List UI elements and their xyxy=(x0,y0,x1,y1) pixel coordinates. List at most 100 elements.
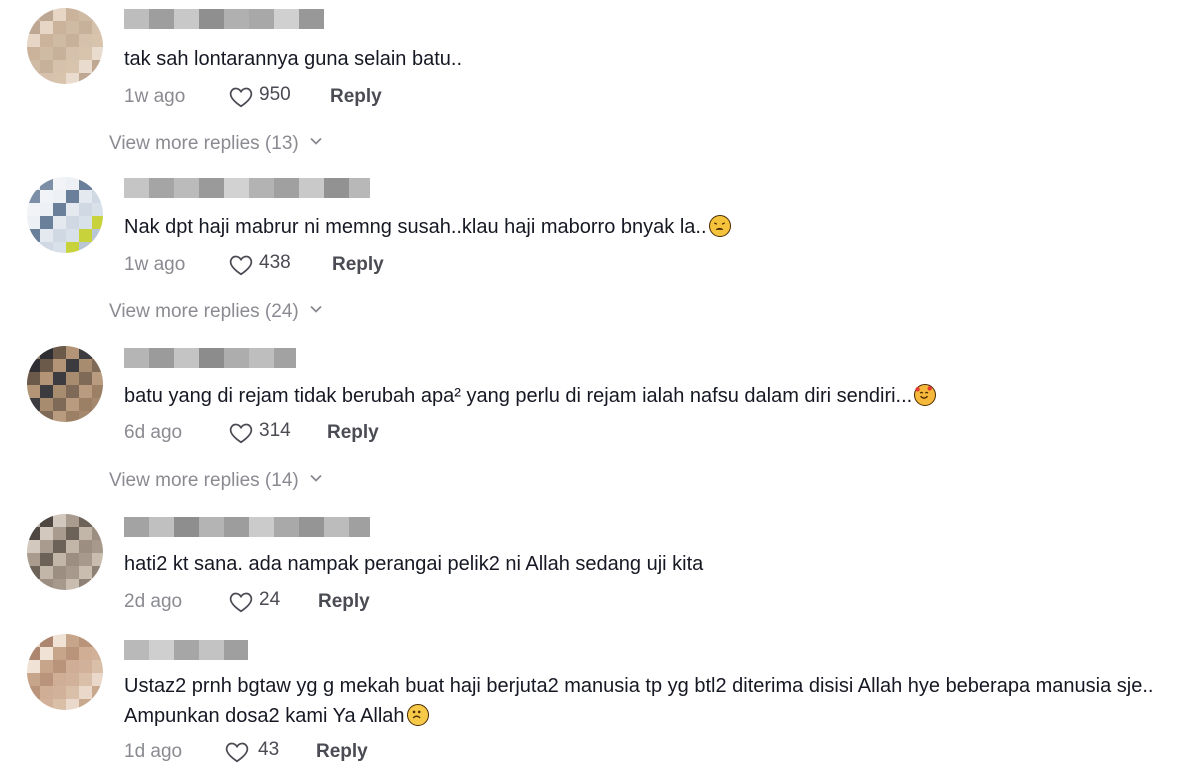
avatar-pixel xyxy=(92,647,103,660)
avatar-pixel xyxy=(79,216,92,229)
view-more-replies-button[interactable]: View more replies (13) xyxy=(109,132,323,155)
avatar-pixel xyxy=(53,660,66,673)
avatar-pixel xyxy=(40,190,53,203)
timestamp: 2d ago xyxy=(124,591,183,612)
avatar-pixel xyxy=(40,699,53,710)
avatar-pixel xyxy=(79,647,92,660)
avatar-pixel xyxy=(92,177,103,190)
comment-text: Ustaz2 prnh bgtaw yg g mekah buat haji b… xyxy=(124,675,1154,727)
avatar-pixel xyxy=(53,647,66,660)
avatar[interactable] xyxy=(27,514,103,590)
avatar-pixel xyxy=(92,686,103,699)
avatar-pixel xyxy=(53,385,66,398)
avatar-pixel xyxy=(66,60,79,73)
avatar-pixel xyxy=(40,8,53,21)
reply-button[interactable]: Reply xyxy=(327,422,379,444)
avatar-pixel xyxy=(79,411,92,422)
avatar-pixel xyxy=(79,8,92,21)
avatar[interactable] xyxy=(27,346,103,422)
avatar-pixel xyxy=(92,673,103,686)
avatar-pixel xyxy=(92,34,103,47)
username-blur-block xyxy=(299,9,324,29)
username-blur-block xyxy=(349,178,370,198)
username-blur-block xyxy=(224,640,248,660)
avatar-pixel xyxy=(53,34,66,47)
avatar-pixel xyxy=(79,21,92,34)
timestamp: 1d ago xyxy=(124,741,183,762)
avatar-pixel xyxy=(53,686,66,699)
username-blur-block xyxy=(124,517,149,537)
avatar-pixel xyxy=(66,566,79,579)
avatar-pixel xyxy=(92,514,103,527)
username[interactable] xyxy=(124,517,370,537)
heart-outline-icon[interactable] xyxy=(228,84,254,110)
avatar-pixel xyxy=(27,579,40,590)
avatar-pixel xyxy=(66,177,79,190)
avatar-pixel xyxy=(79,579,92,590)
avatar-pixel xyxy=(27,372,40,385)
avatar-pixel xyxy=(53,514,66,527)
heart-outline-icon[interactable] xyxy=(228,589,254,615)
avatar-pixel xyxy=(79,660,92,673)
avatar-pixel xyxy=(92,579,103,590)
avatar-pixel xyxy=(27,553,40,566)
heart-outline-icon[interactable] xyxy=(228,252,254,278)
view-more-replies-button[interactable]: View more replies (14) xyxy=(109,469,323,492)
reply-button[interactable]: Reply xyxy=(330,86,382,108)
avatar-pixel xyxy=(79,34,92,47)
avatar-pixel xyxy=(27,229,40,242)
avatar-pixel xyxy=(66,660,79,673)
view-more-replies-button[interactable]: View more replies (24) xyxy=(109,300,323,323)
reply-button[interactable]: Reply xyxy=(332,254,384,276)
avatar-pixel xyxy=(40,34,53,47)
username-blur-block xyxy=(224,9,249,29)
avatar-pixel xyxy=(40,203,53,216)
avatar-pixel xyxy=(27,634,40,647)
avatar-pixel xyxy=(53,699,66,710)
username-blur-block xyxy=(349,517,370,537)
username-blur-block xyxy=(174,178,199,198)
username-blur-block xyxy=(299,517,324,537)
avatar-pixel xyxy=(53,21,66,34)
avatar-pixel xyxy=(53,398,66,411)
comment-meta: 2d ago 24 Reply xyxy=(124,589,524,615)
username-blur-block xyxy=(274,9,299,29)
avatar-pixel xyxy=(66,346,79,359)
avatar-pixel xyxy=(27,398,40,411)
avatar-pixel xyxy=(53,566,66,579)
username-blur-block xyxy=(199,640,224,660)
avatar-pixel xyxy=(27,190,40,203)
avatar-pixel xyxy=(27,647,40,660)
username[interactable] xyxy=(124,178,370,198)
avatar-pixel xyxy=(79,190,92,203)
avatar-pixel xyxy=(40,540,53,553)
avatar-pixel xyxy=(40,398,53,411)
like-count: 314 xyxy=(259,420,291,441)
avatar-pixel xyxy=(92,203,103,216)
comment-meta: 1d ago 43 Reply xyxy=(124,739,524,765)
avatar-pixel xyxy=(53,47,66,60)
avatar-pixel xyxy=(40,47,53,60)
username-blur-block xyxy=(124,348,149,368)
username[interactable] xyxy=(124,9,324,29)
heart-outline-icon[interactable] xyxy=(224,739,250,765)
avatar-pixel xyxy=(53,372,66,385)
avatar[interactable] xyxy=(27,177,103,253)
username[interactable] xyxy=(124,640,248,660)
avatar-pixel xyxy=(66,8,79,21)
avatar-pixel xyxy=(92,242,103,253)
username-blur-block xyxy=(224,348,249,368)
avatar-pixel xyxy=(40,73,53,84)
reply-button[interactable]: Reply xyxy=(318,591,370,613)
username[interactable] xyxy=(124,348,296,368)
reply-button[interactable]: Reply xyxy=(316,741,368,763)
avatar[interactable] xyxy=(27,634,103,710)
username-blur-block xyxy=(149,9,174,29)
avatar[interactable] xyxy=(27,8,103,84)
heart-outline-icon[interactable] xyxy=(228,420,254,446)
username-blur-block xyxy=(249,178,274,198)
avatar-pixel xyxy=(92,398,103,411)
avatar-pixel xyxy=(92,21,103,34)
avatar-pixel xyxy=(79,634,92,647)
avatar-pixel xyxy=(27,34,40,47)
